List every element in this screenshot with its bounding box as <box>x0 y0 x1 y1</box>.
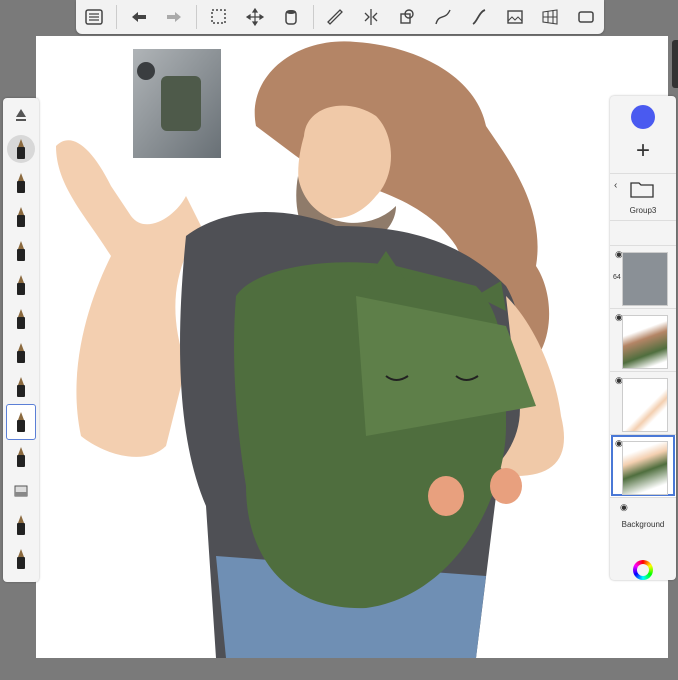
list-icon[interactable] <box>76 0 112 34</box>
chevron-left-icon[interactable]: ‹ <box>614 180 617 191</box>
curve-icon[interactable] <box>425 0 461 34</box>
layer-thumbnail <box>622 252 668 306</box>
stroke-icon[interactable] <box>461 0 497 34</box>
arm-shape <box>56 140 201 457</box>
layer-item-selected[interactable]: ◉ <box>610 434 676 497</box>
brush-chisel-icon[interactable] <box>6 268 36 302</box>
brush-palette <box>3 98 39 582</box>
brush-blender-icon[interactable] <box>6 440 36 474</box>
layer-opacity-label: 64 <box>613 274 621 281</box>
brush-airbrush-icon[interactable] <box>6 336 36 370</box>
add-layer-button[interactable]: + <box>610 139 676 163</box>
shapes-icon[interactable] <box>389 0 425 34</box>
current-brush-icon[interactable] <box>7 135 35 163</box>
brush-smudge-icon[interactable] <box>6 508 36 542</box>
ruler-icon[interactable] <box>318 0 354 34</box>
select-icon[interactable] <box>201 0 237 34</box>
brush-paint-icon[interactable] <box>6 370 36 404</box>
brush-pencil-icon[interactable] <box>6 166 36 200</box>
brush-size-slider-icon[interactable] <box>6 98 36 132</box>
image-icon[interactable] <box>497 0 533 34</box>
brush-extra-icon[interactable] <box>6 542 36 576</box>
panel-handle[interactable] <box>672 40 678 88</box>
color-wheel-icon[interactable] <box>633 560 653 580</box>
redo-icon[interactable] <box>157 0 193 34</box>
layer-item-sketch[interactable]: ◉ <box>610 371 676 434</box>
group-name-label: Group3 <box>629 206 657 215</box>
symmetry-icon[interactable] <box>353 0 389 34</box>
layers-panel: + ‹ Group3 ◉ 64 ◉ ◉ ◉ ◉ Background <box>610 96 676 580</box>
undo-icon[interactable] <box>121 0 157 34</box>
background-layer-label: Background <box>621 520 665 529</box>
toolbar-divider <box>196 5 198 29</box>
layer-thumbnail <box>622 315 668 369</box>
fullscreen-icon[interactable] <box>568 0 604 34</box>
layer-item-background[interactable]: ◉ Background <box>610 497 676 548</box>
brush-felt-icon[interactable] <box>6 302 36 336</box>
fill-icon[interactable] <box>273 0 309 34</box>
artwork <box>56 41 564 658</box>
layer-thumbnail <box>622 378 668 432</box>
face-shape <box>298 105 391 219</box>
layer-item-reference[interactable]: ◉ 64 <box>610 245 676 308</box>
folder-icon <box>630 182 654 198</box>
drawing-canvas[interactable] <box>36 36 668 658</box>
toolbar-divider <box>115 5 117 29</box>
layer-spacer <box>610 220 676 245</box>
brush-active-icon[interactable] <box>6 404 36 440</box>
brush-ink-icon[interactable] <box>6 200 36 234</box>
transform-icon[interactable] <box>237 0 273 34</box>
layer-thumbnail <box>622 441 668 495</box>
toolbar-divider <box>312 5 314 29</box>
brush-marker-icon[interactable] <box>6 234 36 268</box>
top-toolbar <box>76 0 604 34</box>
color-swatch-button[interactable] <box>631 105 655 129</box>
layer-item-color[interactable]: ◉ <box>610 308 676 371</box>
eye-icon[interactable]: ◉ <box>620 502 628 513</box>
eraser-icon[interactable] <box>6 474 36 508</box>
layer-group-row[interactable]: ‹ Group3 <box>610 173 676 220</box>
perspective-icon[interactable] <box>532 0 568 34</box>
